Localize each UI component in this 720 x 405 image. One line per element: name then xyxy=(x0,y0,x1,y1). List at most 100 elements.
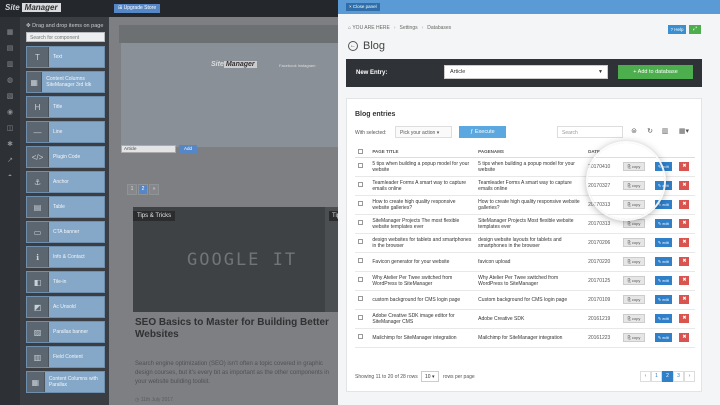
component-item[interactable]: </> Plugin Code xyxy=(26,146,105,168)
table-row[interactable]: SiteManager Projects The most flexible w… xyxy=(355,214,695,234)
copy-button[interactable]: ⎘ copy xyxy=(623,257,645,266)
copy-button[interactable]: ⎘ copy xyxy=(623,181,645,190)
site-page-2[interactable]: 2 xyxy=(138,184,148,195)
entries-search-input[interactable]: Search xyxy=(557,126,623,138)
back-icon[interactable]: ← xyxy=(348,41,358,51)
component-item[interactable]: ◩ Ac Unsold xyxy=(26,296,105,318)
copy-button[interactable]: ⎘ copy xyxy=(623,238,645,247)
row-checkbox[interactable] xyxy=(355,195,370,215)
cart-icon[interactable]: ◍ xyxy=(6,77,14,85)
filter-icon[interactable]: ⊜ xyxy=(629,127,639,137)
edit-button[interactable]: ✎ edit xyxy=(654,238,672,247)
breadcrumb-item-1[interactable]: Settings xyxy=(400,25,418,31)
row-checkbox[interactable] xyxy=(355,271,370,291)
copy-button[interactable]: ⎘ copy xyxy=(623,333,645,342)
copy-button[interactable]: ⎘ copy xyxy=(623,295,645,304)
help-button[interactable]: ? Help xyxy=(668,25,686,34)
gear-icon[interactable]: ✱ xyxy=(6,141,14,149)
table-row[interactable]: Teamleader Forms A smart way to capture … xyxy=(355,176,695,196)
copy-button[interactable]: ⎘ copy xyxy=(623,314,645,323)
copy-button[interactable]: ⎘ copy xyxy=(623,219,645,228)
delete-button[interactable]: ✖ xyxy=(679,276,690,285)
table-row[interactable]: custom background for CMS login page Cust… xyxy=(355,290,695,310)
close-panel-button[interactable]: × Close panel xyxy=(346,3,380,11)
fullscreen-button[interactable]: ⤢ xyxy=(689,25,701,34)
component-item[interactable]: ▥ Field Content xyxy=(26,346,105,368)
delete-button[interactable]: ✖ xyxy=(679,333,690,342)
component-item[interactable]: ▤ Table xyxy=(26,196,105,218)
edit-button[interactable]: ✎ edit xyxy=(654,219,672,228)
breadcrumb-item-0[interactable]: YOU ARE HERE xyxy=(352,25,390,31)
component-item[interactable]: — Line xyxy=(26,121,105,143)
delete-button[interactable]: ✖ xyxy=(679,181,690,190)
site-entry-select[interactable]: Article xyxy=(121,145,176,153)
copy-button[interactable]: ⎘ copy xyxy=(623,200,645,209)
page-2[interactable]: 2 xyxy=(662,371,673,382)
execute-button[interactable]: ƒ Execute xyxy=(459,126,506,138)
row-checkbox[interactable] xyxy=(355,328,370,348)
row-checkbox[interactable] xyxy=(355,157,370,177)
component-item[interactable]: ▨ Parallax banner xyxy=(26,321,105,343)
component-item[interactable]: ▭ CTA banner xyxy=(26,221,105,243)
row-checkbox[interactable] xyxy=(355,176,370,196)
database-icon[interactable]: ◫ xyxy=(6,125,14,133)
table-row[interactable]: Why Atelier Per Twee switched from WordP… xyxy=(355,271,695,291)
delete-button[interactable]: ✖ xyxy=(679,162,690,171)
add-to-database-button[interactable]: + Add to database xyxy=(618,65,693,79)
bulk-action-select[interactable]: Pick your action ▾ xyxy=(395,126,452,138)
component-item[interactable]: ▦ Content Columns SiteManager 3rd Idk xyxy=(26,71,105,93)
rows-per-page-select[interactable]: 10 ▾ xyxy=(421,371,439,382)
row-checkbox[interactable] xyxy=(355,309,370,329)
delete-button[interactable]: ✖ xyxy=(679,295,690,304)
external-link-icon[interactable]: ↗ xyxy=(6,157,14,165)
component-search-input[interactable]: Search for component xyxy=(26,32,105,42)
pages-icon[interactable]: ▤ xyxy=(6,45,14,53)
site-page-1[interactable]: 1 xyxy=(127,184,137,195)
edit-button[interactable]: ✎ edit xyxy=(654,162,672,171)
users-icon[interactable]: ◉ xyxy=(6,109,14,117)
delete-button[interactable]: ✖ xyxy=(679,314,690,323)
copy-button[interactable]: ⎘ copy xyxy=(623,276,645,285)
upgrade-store-button[interactable]: ⊞ Upgrade Store xyxy=(114,4,161,13)
table-row[interactable]: 5 tips when building a popup model for y… xyxy=(355,157,695,177)
delete-button[interactable]: ✖ xyxy=(679,257,690,266)
site-page-next[interactable]: » xyxy=(149,184,159,195)
page-3[interactable]: 3 xyxy=(673,371,684,382)
new-entry-select[interactable]: Article ▼ xyxy=(444,65,608,79)
edit-button[interactable]: ✎ edit xyxy=(654,295,672,304)
edit-button[interactable]: ✎ edit xyxy=(654,276,672,285)
copy-button[interactable]: ⎘ copy xyxy=(623,162,645,171)
table-row[interactable]: design websites for tablets and smartpho… xyxy=(355,233,695,253)
delete-button[interactable]: ✖ xyxy=(679,219,690,228)
row-checkbox[interactable] xyxy=(355,252,370,272)
edit-button[interactable]: ✎ edit xyxy=(654,314,672,323)
app-logo[interactable]: Site Manager xyxy=(5,3,61,12)
edit-button[interactable]: ✎ edit xyxy=(654,200,672,209)
component-item[interactable]: ◧ Tile-in xyxy=(26,271,105,293)
component-item[interactable]: ⚓ Anchor xyxy=(26,171,105,193)
select-all-checkbox[interactable] xyxy=(355,147,370,158)
table-row[interactable]: Favicon generator for your website favico… xyxy=(355,252,695,272)
columns-icon[interactable]: ▥ xyxy=(660,127,670,137)
delete-button[interactable]: ✖ xyxy=(679,200,690,209)
page-1[interactable]: 1 xyxy=(651,371,662,382)
component-item[interactable]: T Text xyxy=(26,46,105,68)
table-row[interactable]: Mailchimp for SiteManager integration Mai… xyxy=(355,328,695,348)
table-row[interactable]: Adobe Creative SDK image editor for Site… xyxy=(355,309,695,329)
col-page-title[interactable]: PAGE TITLE xyxy=(369,147,476,158)
col-pagename[interactable]: PAGENAMS xyxy=(475,147,586,158)
row-checkbox[interactable] xyxy=(355,214,370,234)
page-prev[interactable]: ‹ xyxy=(640,371,651,382)
user-icon[interactable]: ◓ xyxy=(6,173,14,181)
page-next[interactable]: › xyxy=(684,371,695,382)
edit-button[interactable]: ✎ edit xyxy=(654,181,672,190)
breadcrumb-item-2[interactable]: Databases xyxy=(427,25,451,31)
refresh-icon[interactable]: ↻ xyxy=(645,127,655,137)
grid-icon[interactable]: ▦ xyxy=(6,29,14,37)
component-item[interactable]: ℹ Info & Contact xyxy=(26,246,105,268)
table-row[interactable]: How to create high quality responsive we… xyxy=(355,195,695,215)
edit-button[interactable]: ✎ edit xyxy=(654,257,672,266)
component-item[interactable]: H Title xyxy=(26,96,105,118)
component-item[interactable]: ▦ Content Columns with Parallax xyxy=(26,371,105,393)
book-icon[interactable]: ▥ xyxy=(6,61,14,69)
